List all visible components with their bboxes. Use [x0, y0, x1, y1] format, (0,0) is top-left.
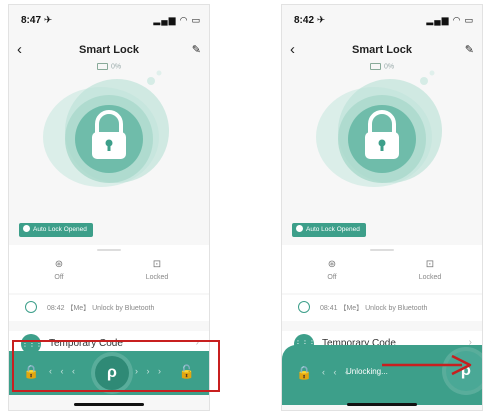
auto-lock-icon: [296, 224, 303, 232]
page-title: Smart Lock: [352, 44, 412, 56]
unlock-log-text: 08:42 【Me】 Unlock by Bluetooth: [47, 305, 155, 312]
home-indicator: [347, 403, 417, 406]
mode-locked[interactable]: ⊡ Locked: [127, 259, 187, 281]
phone-screen-right: 8:42 ✈ ▂▄▆ ◠ ▭ ‹ Smart Lock ✎ 0% Auto Lo…: [281, 4, 483, 411]
signal-wifi-battery-icon: ▂▄▆ ◠ ▭: [153, 15, 201, 25]
edit-icon[interactable]: ✎: [465, 43, 474, 56]
bell-icon: [25, 301, 37, 313]
mode-off-label: Off: [327, 274, 337, 281]
mode-off[interactable]: ⊛ Off: [29, 259, 89, 281]
mode-off-label: Off: [54, 274, 64, 281]
mode-locked-label: Locked: [145, 274, 169, 281]
mode-locked-icon: ⊡: [152, 259, 162, 270]
signal-wifi-battery-icon: ▂▄▆ ◠ ▭: [426, 15, 474, 25]
auto-lock-label: Auto Lock Opened: [306, 226, 360, 233]
home-indicator: [74, 403, 144, 406]
status-time: 8:47 ✈: [21, 15, 53, 26]
lock-icon: 🔒: [296, 365, 313, 380]
nav-bar: ‹ Smart Lock ✎: [9, 41, 209, 61]
status-bar: 8:42 ✈ ▂▄▆ ◠ ▭: [294, 15, 474, 29]
lock-hero-graphic: [316, 70, 442, 187]
auto-lock-label: Auto Lock Opened: [33, 226, 87, 233]
mode-card: ⊛ Off ⊡ Locked: [9, 245, 209, 293]
mode-locked-icon: ⊡: [425, 259, 435, 270]
swipe-arrow-icon: [382, 354, 472, 376]
auto-lock-badge[interactable]: Auto Lock Opened: [292, 223, 366, 237]
bell-icon: [298, 301, 310, 313]
status-time: 8:42 ✈: [294, 15, 326, 26]
page-title: Smart Lock: [79, 44, 139, 56]
mode-off[interactable]: ⊛ Off: [302, 259, 362, 281]
drag-handle[interactable]: [97, 249, 121, 251]
unlock-log-text: 08:41 【Me】 Unlock by Bluetooth: [320, 305, 428, 312]
lock-hero-graphic: [43, 70, 169, 187]
auto-lock-badge[interactable]: Auto Lock Opened: [19, 223, 93, 237]
mode-locked[interactable]: ⊡ Locked: [400, 259, 460, 281]
status-bar: 8:47 ✈ ▂▄▆ ◠ ▭: [21, 15, 201, 29]
edit-icon[interactable]: ✎: [192, 43, 201, 56]
mode-off-icon: ⊛: [54, 259, 64, 270]
mode-locked-label: Locked: [418, 274, 442, 281]
highlight-box: [12, 340, 220, 392]
mode-off-icon: ⊛: [327, 259, 337, 270]
nav-bar: ‹ Smart Lock ✎: [282, 41, 482, 61]
drag-handle[interactable]: [370, 249, 394, 251]
unlock-log-item[interactable]: 08:42 【Me】 Unlock by Bluetooth: [9, 295, 209, 321]
unlock-log-item[interactable]: 08:41 【Me】 Unlock by Bluetooth: [282, 295, 482, 321]
mode-card: ⊛ Off ⊡ Locked: [282, 245, 482, 293]
auto-lock-icon: [23, 224, 30, 232]
